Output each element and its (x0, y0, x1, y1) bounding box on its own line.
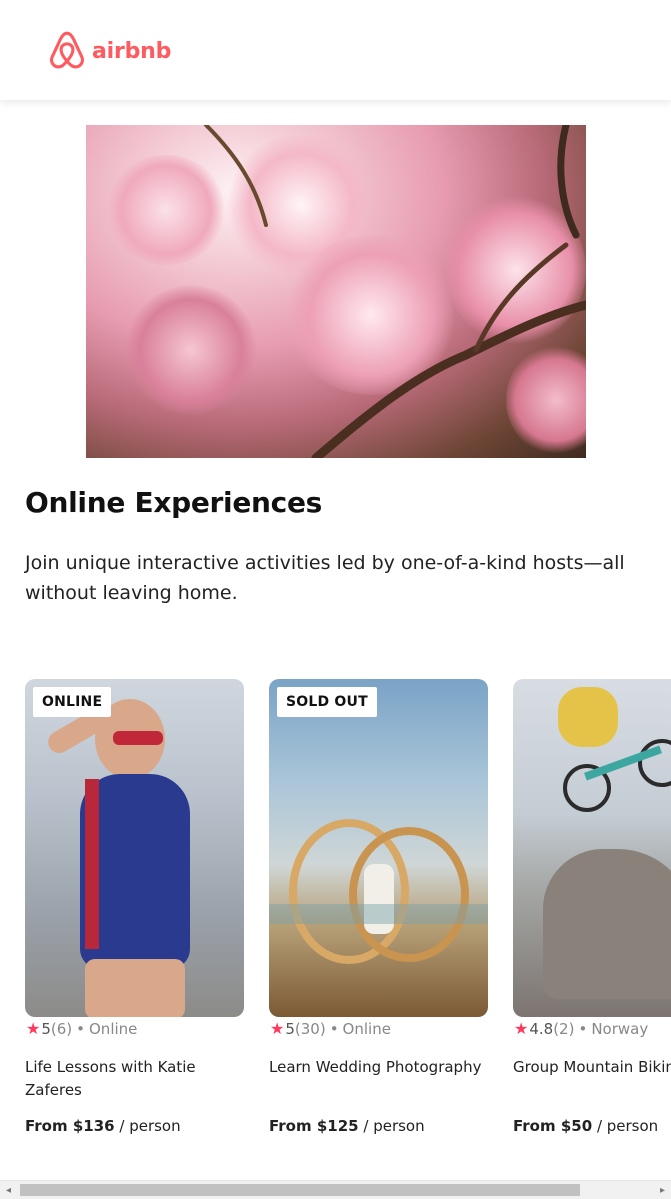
card-price: From $136 / person (25, 1117, 181, 1135)
experience-card[interactable]: SOLD OUT ★ 5 (30) • Online Learn Wedding… (269, 679, 488, 1135)
experience-cards: ONLINE ★ 5 (6) • Online Life Lessons wit… (0, 679, 671, 1159)
experience-card[interactable]: ★ 4.8 (2) • Norway Group Mountain Biking… (513, 679, 671, 1135)
page-title: Online Experiences (25, 486, 323, 519)
horizontal-scrollbar[interactable]: ◂ ▸ (0, 1180, 671, 1199)
hero-image (86, 125, 586, 458)
page-subtitle: Join unique interactive activities led b… (25, 552, 625, 604)
scroll-right-arrow-icon[interactable]: ▸ (654, 1181, 671, 1199)
card-title[interactable]: Group Mountain Biking (513, 1056, 671, 1079)
card-title[interactable]: Learn Wedding Photography (269, 1056, 488, 1079)
airbnb-logo-icon (50, 31, 84, 69)
card-badge: ONLINE (33, 687, 112, 717)
card-price: From $50 / person (513, 1117, 659, 1135)
card-image-triathlete[interactable]: ONLINE (25, 679, 244, 1017)
airbnb-logo[interactable]: airbnb (48, 30, 171, 72)
brand-name: airbnb (92, 38, 172, 64)
card-rating: ★ 4.8 (2) • Norway (514, 1019, 649, 1038)
experience-card[interactable]: ONLINE ★ 5 (6) • Online Life Lessons wit… (25, 679, 244, 1135)
scroll-left-arrow-icon[interactable]: ◂ (0, 1181, 17, 1199)
card-image-mountain-biker[interactable] (513, 679, 671, 1017)
card-title[interactable]: Life Lessons with Katie Zaferes (25, 1056, 244, 1102)
star-icon: ★ (270, 1019, 285, 1038)
card-image-wedding-rings[interactable]: SOLD OUT (269, 679, 488, 1017)
card-rating: ★ 5 (6) • Online (26, 1019, 138, 1038)
navbar: airbnb (0, 0, 671, 100)
card-price: From $125 / person (269, 1117, 425, 1135)
branch-icon (204, 125, 586, 458)
card-rating: ★ 5 (30) • Online (270, 1019, 391, 1038)
star-icon: ★ (26, 1019, 41, 1038)
star-icon: ★ (514, 1019, 529, 1038)
card-badge: SOLD OUT (277, 687, 377, 717)
scrollbar-thumb[interactable] (20, 1184, 580, 1196)
